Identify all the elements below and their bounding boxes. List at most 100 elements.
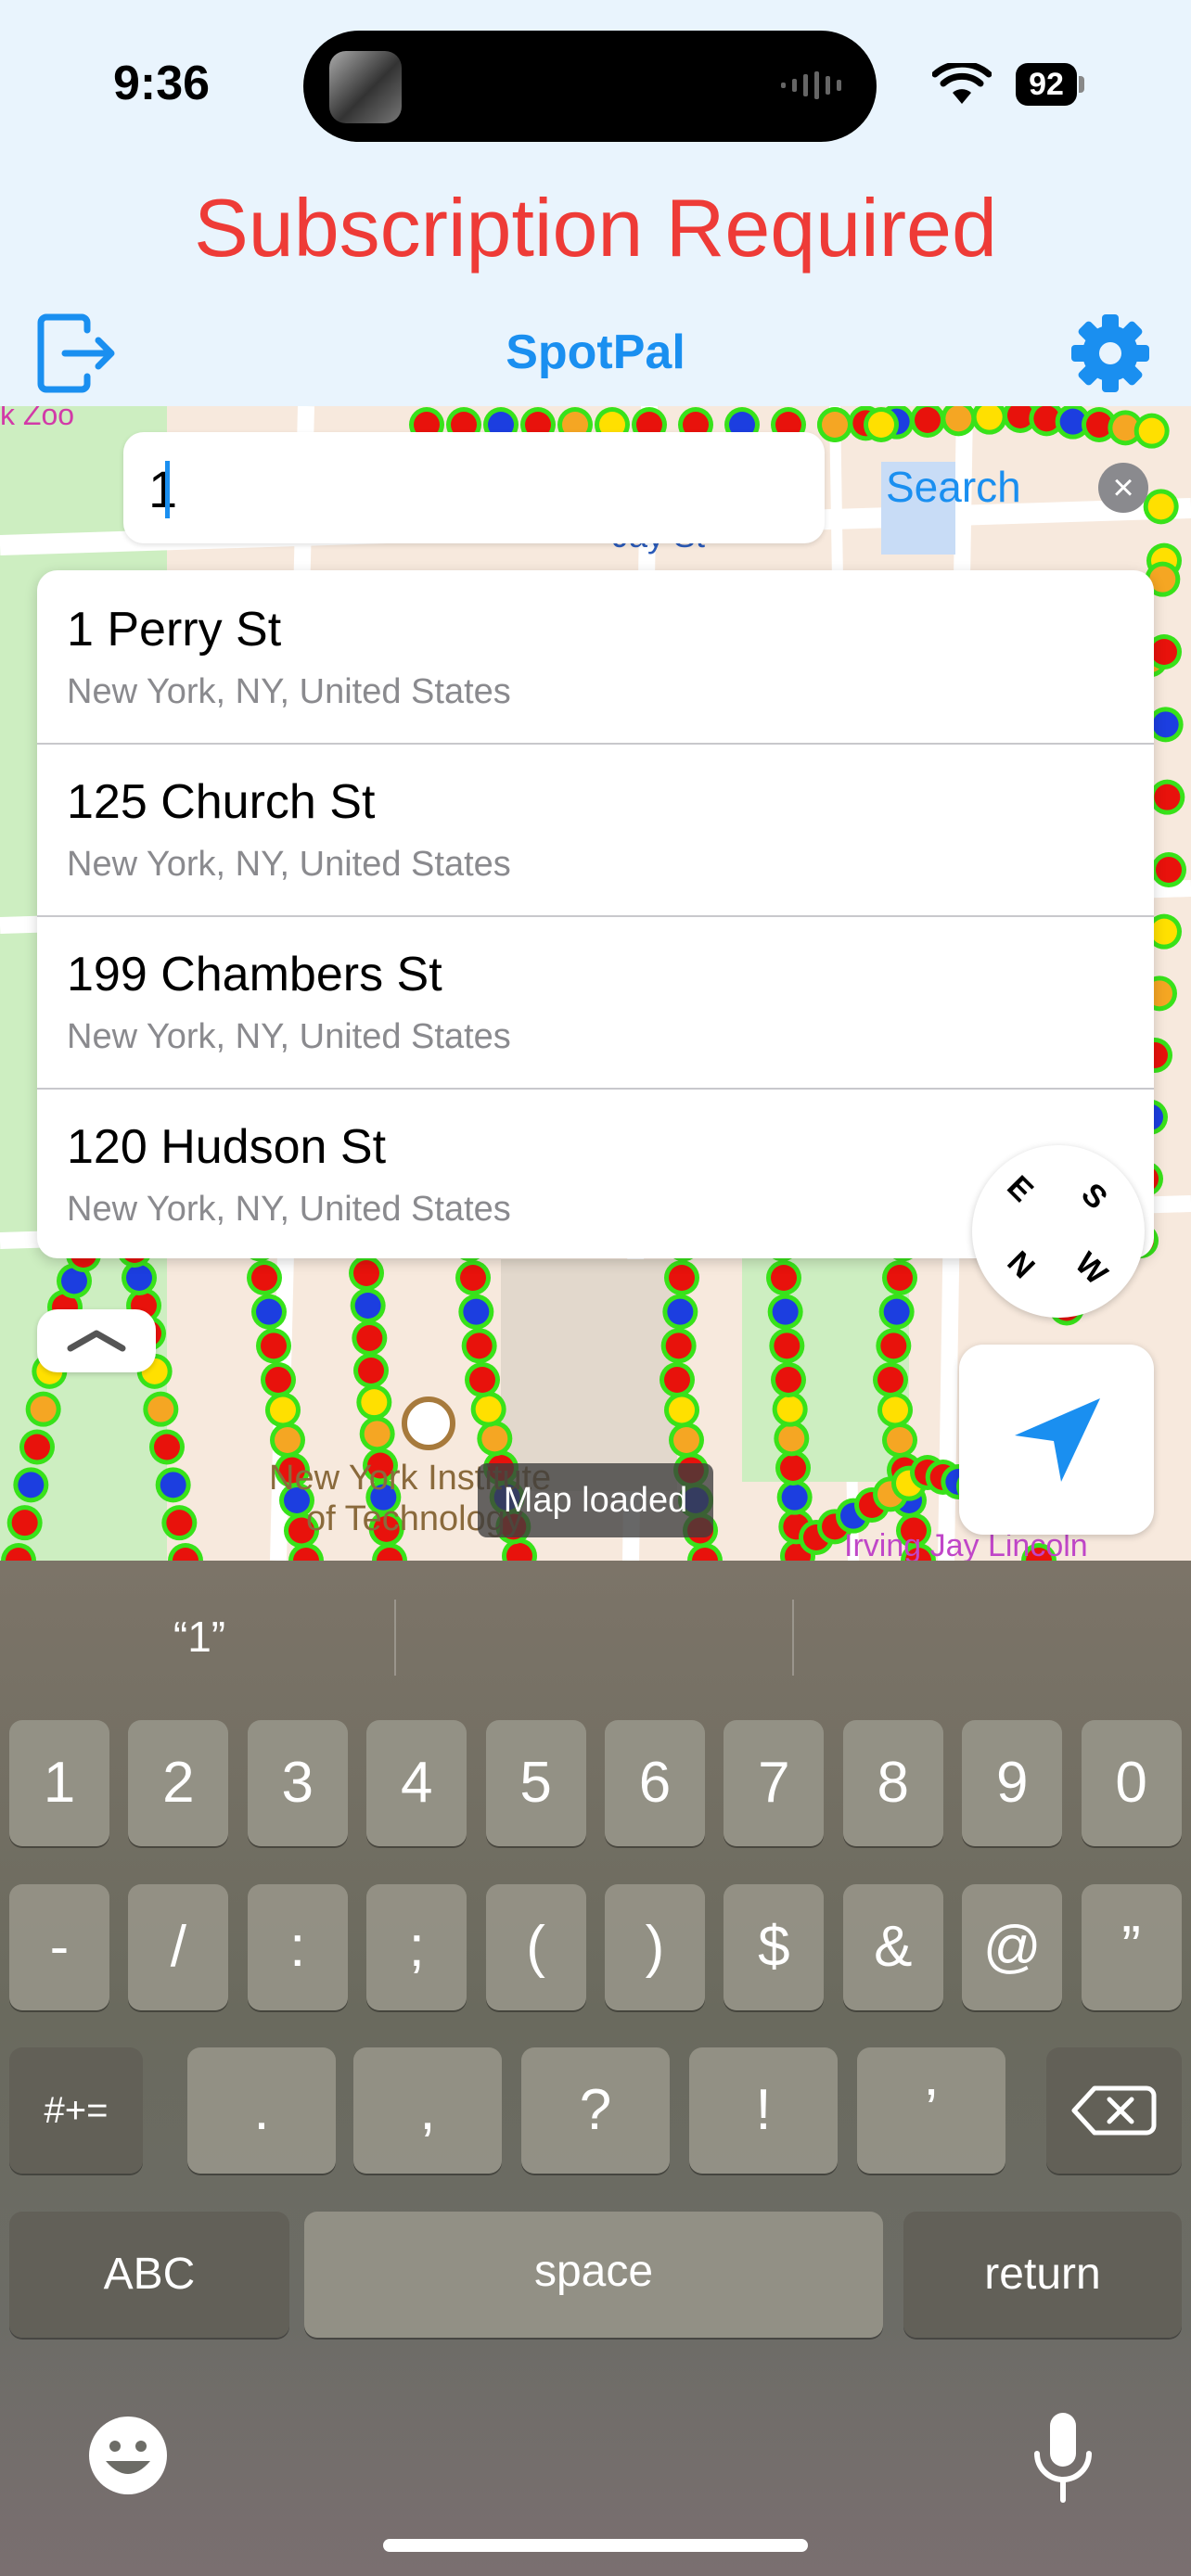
parking-marker-fill bbox=[772, 1298, 799, 1325]
suggestion-subtitle: New York, NY, United States bbox=[67, 672, 511, 711]
suggestion-item[interactable]: 199 Chambers St New York, NY, United Sta… bbox=[37, 915, 1154, 1090]
key-sym-1[interactable]: / bbox=[128, 1884, 229, 2010]
delete-key[interactable] bbox=[1046, 2047, 1182, 2174]
abc-key[interactable]: ABC bbox=[9, 2212, 289, 2338]
key-4[interactable]: 5 bbox=[485, 1720, 586, 1846]
key-sym-3[interactable]: ; bbox=[366, 1884, 467, 2010]
suggestion-subtitle: New York, NY, United States bbox=[67, 1017, 511, 1056]
suggestion-title: 1 Perry St bbox=[67, 603, 282, 657]
clear-search-icon[interactable]: × bbox=[1098, 463, 1148, 513]
key-sym-8[interactable]: @ bbox=[962, 1884, 1063, 2010]
key-punct-4[interactable]: ’ bbox=[857, 2047, 1005, 2174]
locate-me-button[interactable] bbox=[959, 1345, 1154, 1535]
parking-marker-fill bbox=[160, 1472, 186, 1498]
parking-marker-fill bbox=[30, 1396, 57, 1422]
parking-marker-fill bbox=[887, 1265, 913, 1291]
compass-button[interactable]: E S N W bbox=[972, 1145, 1145, 1318]
prediction-divider bbox=[394, 1600, 396, 1676]
parking-marker-fill bbox=[475, 1396, 502, 1422]
parking-marker-fill bbox=[1147, 493, 1174, 520]
parking-marker-fill bbox=[469, 1367, 495, 1393]
suggestion-subtitle: New York, NY, United States bbox=[67, 1190, 511, 1229]
key-5[interactable]: 6 bbox=[605, 1720, 705, 1846]
key-3[interactable]: 4 bbox=[366, 1720, 467, 1846]
gear-icon[interactable] bbox=[1069, 312, 1152, 395]
parking-marker-fill bbox=[673, 1427, 699, 1453]
parking-marker-fill bbox=[776, 1396, 803, 1422]
parking-marker-fill bbox=[1138, 417, 1165, 444]
key-0[interactable]: 1 bbox=[9, 1720, 109, 1846]
parking-marker-fill bbox=[781, 1484, 808, 1511]
wifi-icon bbox=[932, 63, 992, 104]
key-sym-0[interactable]: - bbox=[9, 1884, 109, 2010]
subscription-required-banner[interactable]: Subscription Required bbox=[0, 181, 1191, 275]
parking-marker-fill bbox=[481, 1425, 508, 1452]
parking-marker-fill bbox=[126, 1265, 152, 1291]
collapse-button[interactable] bbox=[37, 1309, 156, 1372]
parking-marker-fill bbox=[669, 1265, 695, 1291]
suggestion-subtitle: New York, NY, United States bbox=[67, 845, 511, 884]
key-punct-3[interactable]: ! bbox=[689, 2047, 838, 2174]
parking-marker-fill bbox=[466, 1333, 493, 1359]
home-indicator bbox=[383, 2539, 808, 2552]
status-time: 9:36 bbox=[113, 57, 211, 110]
suggestion-item[interactable]: 125 Church St New York, NY, United State… bbox=[37, 743, 1154, 917]
key-sym-2[interactable]: : bbox=[247, 1884, 348, 2010]
microphone-icon[interactable] bbox=[1028, 2409, 1098, 2506]
suggestion-item[interactable]: 1 Perry St New York, NY, United States bbox=[37, 570, 1154, 745]
parking-marker-fill bbox=[1151, 639, 1177, 665]
suggestion-title: 199 Chambers St bbox=[67, 948, 442, 1001]
key-7[interactable]: 8 bbox=[842, 1720, 943, 1846]
parking-marker-fill bbox=[822, 412, 848, 438]
parking-marker-fill bbox=[774, 1333, 800, 1359]
battery-nub bbox=[1079, 76, 1084, 93]
parking-marker-fill bbox=[1156, 857, 1182, 883]
parking-marker-fill bbox=[880, 1333, 907, 1359]
search-button[interactable]: Search bbox=[886, 462, 1021, 512]
key-sym-5[interactable]: ) bbox=[605, 1884, 705, 2010]
emoji-icon[interactable] bbox=[85, 2413, 171, 2498]
parking-marker-fill bbox=[11, 1510, 38, 1537]
prediction-1[interactable]: “1” bbox=[37, 1612, 362, 1662]
parking-marker-fill bbox=[463, 1298, 490, 1325]
parking-marker-fill bbox=[778, 1425, 805, 1452]
key-sym-7[interactable]: & bbox=[842, 1884, 943, 2010]
search-input[interactable] bbox=[123, 432, 825, 543]
chevron-up-icon bbox=[67, 1330, 126, 1352]
compass-e: E bbox=[1000, 1168, 1041, 1209]
parking-marker-fill bbox=[354, 1293, 381, 1319]
parking-marker-fill bbox=[775, 1367, 801, 1393]
key-sym-4[interactable]: ( bbox=[485, 1884, 586, 2010]
key-punct-2[interactable]: ? bbox=[521, 2047, 670, 2174]
key-sym-9[interactable]: ” bbox=[1081, 1884, 1182, 2010]
key-2[interactable]: 3 bbox=[247, 1720, 348, 1846]
key-9[interactable]: 0 bbox=[1081, 1720, 1182, 1846]
key-sym-6[interactable]: $ bbox=[724, 1884, 825, 2010]
map-label-zoo: k Zoo bbox=[0, 406, 74, 431]
parking-marker-fill bbox=[877, 1367, 903, 1393]
key-punct-0[interactable]: . bbox=[187, 2047, 336, 2174]
suggestion-title: 120 Hudson St bbox=[67, 1120, 387, 1174]
search-suggestions-list: 1 Perry St New York, NY, United States 1… bbox=[37, 570, 1154, 1258]
now-playing-artwork bbox=[329, 51, 402, 123]
symbols-toggle-key[interactable]: #+= bbox=[9, 2047, 143, 2174]
parking-marker-fill bbox=[270, 1396, 296, 1423]
parking-marker-fill bbox=[275, 1427, 301, 1453]
delete-icon bbox=[1071, 2085, 1157, 2136]
parking-marker-fill bbox=[1152, 711, 1179, 738]
parking-marker-fill bbox=[1154, 784, 1181, 810]
key-6[interactable]: 7 bbox=[724, 1720, 825, 1846]
battery-indicator: 92 bbox=[1016, 63, 1077, 106]
key-1[interactable]: 2 bbox=[128, 1720, 229, 1846]
space-key[interactable]: space bbox=[304, 2212, 883, 2338]
parking-marker-fill bbox=[256, 1298, 282, 1325]
return-key[interactable]: return bbox=[903, 2212, 1182, 2338]
parking-marker-fill bbox=[356, 1325, 383, 1351]
key-punct-1[interactable]: , bbox=[353, 2047, 502, 2174]
parking-marker-fill bbox=[771, 1265, 797, 1291]
key-8[interactable]: 9 bbox=[962, 1720, 1063, 1846]
parking-marker-fill bbox=[166, 1510, 193, 1537]
parking-marker-fill bbox=[882, 1396, 908, 1423]
prediction-divider bbox=[792, 1600, 794, 1676]
parking-marker-fill bbox=[265, 1367, 291, 1393]
